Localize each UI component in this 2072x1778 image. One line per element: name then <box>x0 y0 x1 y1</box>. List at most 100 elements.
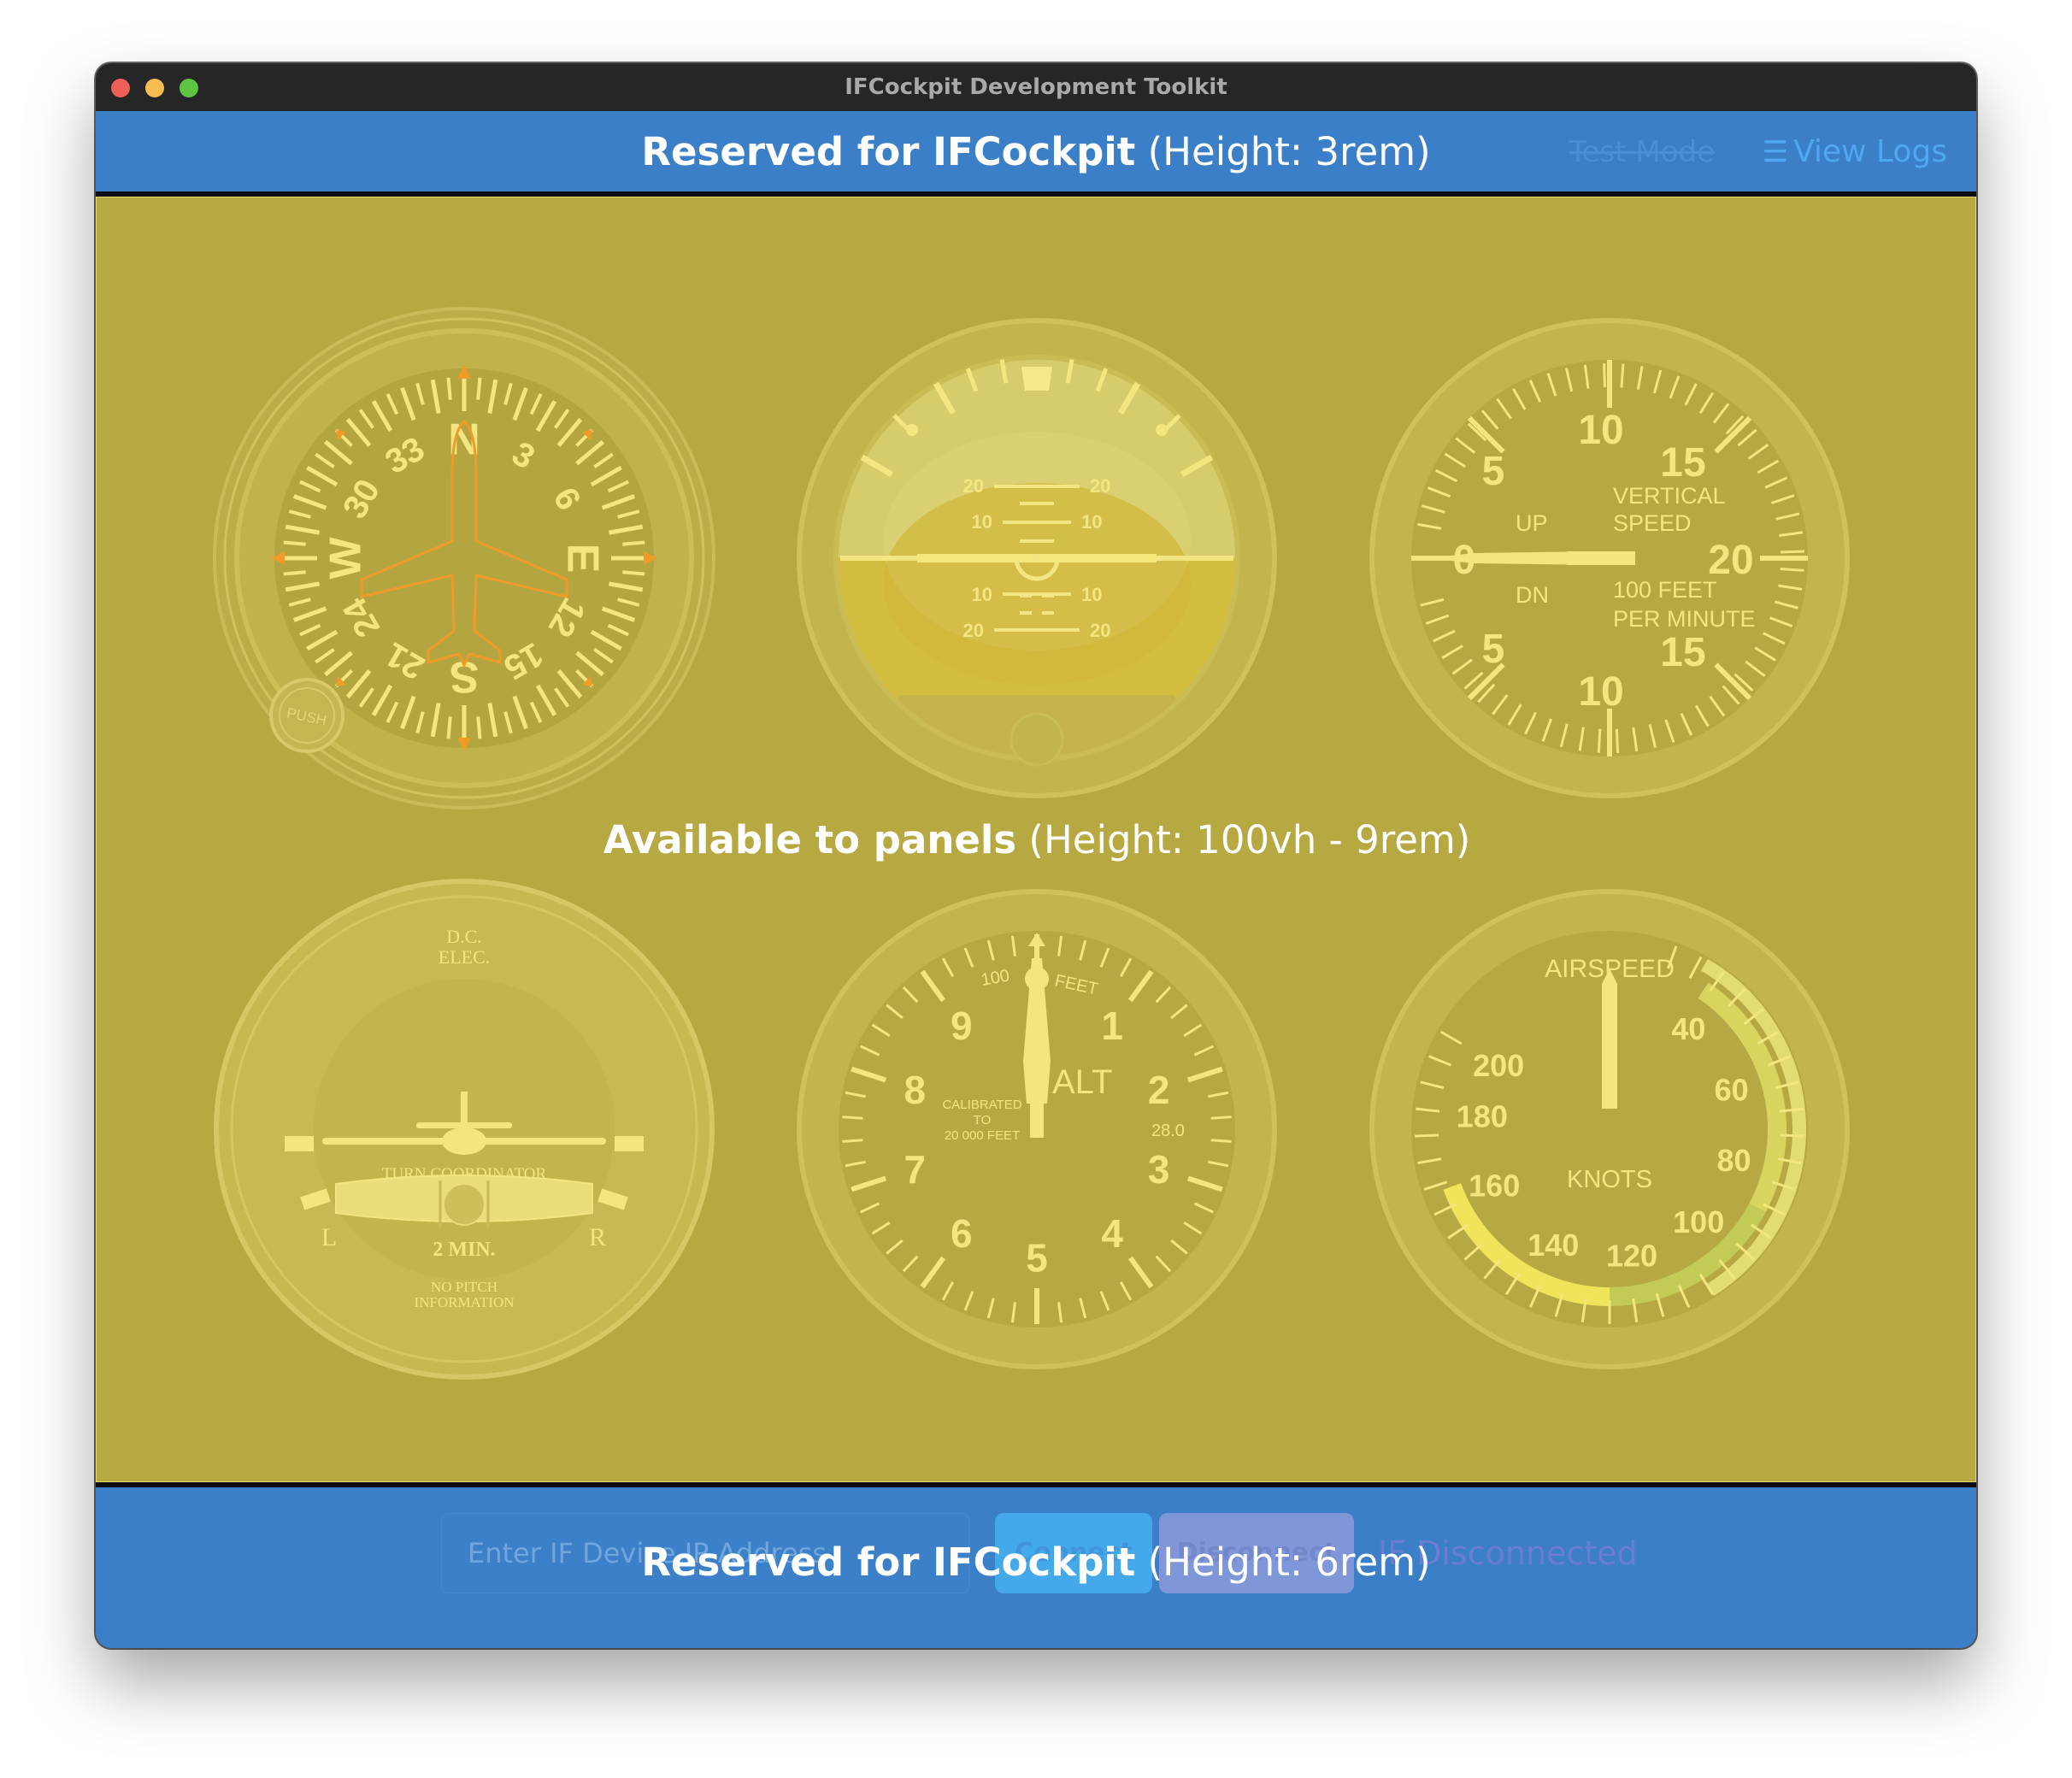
vsi-tick <box>1620 363 1625 388</box>
attitude-indicator: 20 20 10 10 10 10 20 20 <box>797 318 1277 798</box>
tc-bottom-line1: NO PITCH <box>431 1279 497 1295</box>
heading-cardinal-e: E <box>557 544 607 574</box>
top-reserved-note: (Height: 3rem) <box>1147 129 1431 174</box>
airspeed-number-160: 160 <box>1469 1169 1520 1204</box>
view-logs-button[interactable]: ☰ View Logs <box>1763 128 1947 176</box>
vsi-up-label: UP <box>1516 510 1548 536</box>
altimeter-number-1: 1 <box>1101 1004 1123 1048</box>
tc-right-label: R <box>589 1223 606 1251</box>
airspeed-number-180: 180 <box>1457 1098 1508 1133</box>
airspeed-tick <box>1415 1133 1439 1138</box>
altimeter-number-9: 9 <box>951 1004 973 1048</box>
top-reserved-bold: Reserved for IFCockpit <box>641 129 1136 174</box>
vsi-label-10-dn: 10 <box>1578 669 1623 715</box>
vsi-unit-line2: PER MINUTE <box>1613 606 1756 632</box>
vsi-label-15-dn: 15 <box>1660 630 1705 675</box>
altimeter-number-2: 2 <box>1148 1068 1170 1112</box>
airspeed-indicator: 406080100120140160180200 AIRSPEED KNOTS <box>1369 889 1850 1369</box>
altimeter-tick <box>1210 1116 1232 1120</box>
vsi-label-10-up: 10 <box>1578 408 1623 453</box>
heading-tick <box>283 570 306 576</box>
available-note: (Height: 100vh - 9rem) <box>1028 817 1471 863</box>
vsi-label-15-up: 15 <box>1660 440 1705 486</box>
altimeter-tick <box>842 1116 863 1120</box>
pitch-label-up-20-right: 20 <box>1090 475 1110 497</box>
title-bar: IFCockpit Development Toolkit <box>96 63 1976 111</box>
vsi-tick <box>1597 728 1602 753</box>
pitch-label-down-10-left: 10 <box>972 584 992 605</box>
push-knob[interactable]: PUSH <box>269 678 344 753</box>
available-bold: Available to panels <box>603 817 1017 863</box>
bottom-reserved-bar: Enter IF Device IP Address Connect Disco… <box>96 1487 1976 1648</box>
airspeed-number-100: 100 <box>1673 1204 1724 1239</box>
bottom-reserved-bold: Reserved for IFCockpit <box>641 1540 1136 1585</box>
bottom-reserved-note: (Height: 6rem) <box>1147 1540 1431 1585</box>
vsi-title-line1: VERTICAL <box>1613 483 1726 509</box>
vertical-speed-indicator: 0 5 10 15 20 15 10 5 UP DN VERTICAL SPEE… <box>1369 318 1850 798</box>
view-logs-label: View Logs <box>1793 134 1947 169</box>
altimeter-number-3: 3 <box>1148 1147 1170 1192</box>
airspeed-number-40: 40 <box>1671 1011 1705 1046</box>
heading-tick <box>283 540 306 546</box>
airspeed-number-60: 60 <box>1715 1073 1749 1108</box>
available-panels-label: Available to panels (Height: 100vh - 9re… <box>97 815 1976 866</box>
heading-tick <box>476 716 482 739</box>
airspeed-number-120: 120 <box>1606 1239 1657 1274</box>
airspeed-needle <box>1602 968 1617 1109</box>
window-title: IFCockpit Development Toolkit <box>845 74 1227 100</box>
bottom-reserved-label: Reserved for IFCockpit (Height: 6rem) <box>96 1537 1976 1588</box>
heading-cardinal-s: S <box>450 651 480 701</box>
vsi-tick <box>1780 568 1804 572</box>
airspeed-units: KNOTS <box>1567 1166 1652 1193</box>
altimeter-number-7: 7 <box>904 1147 927 1192</box>
pitch-label-down-20-right: 20 <box>1090 620 1110 641</box>
pitch-label-up-20-left: 20 <box>963 475 984 497</box>
tc-bottom-line2: INFORMATION <box>414 1294 514 1310</box>
altimeter-tick <box>1210 1139 1232 1143</box>
list-icon: ☰ <box>1762 135 1789 169</box>
altimeter-baro-window: 28.0 <box>1151 1122 1185 1140</box>
heading-tick <box>476 377 482 400</box>
airspeed-tick <box>1780 1133 1804 1138</box>
test-mode-toggle[interactable]: Test Mode <box>1569 128 1715 176</box>
panel-area: N E S W 3 6 12 15 21 24 30 33 PUSH 20 20… <box>96 197 1976 1482</box>
altimeter-number-5: 5 <box>1026 1236 1048 1281</box>
altimeter-cal-line2: TO <box>974 1113 992 1127</box>
tc-top-line2: ELEC. <box>439 946 491 968</box>
vsi-title-line2: SPEED <box>1613 510 1692 536</box>
pitch-label-down-10-right: 10 <box>1081 584 1102 605</box>
pitch-label-down-20-left: 20 <box>963 620 984 641</box>
top-reserved-bar: Reserved for IFCockpit (Height: 3rem) Te… <box>96 111 1976 191</box>
tc-top-line1: D.C. <box>446 926 482 947</box>
vsi-unit-line1: 100 FEET <box>1613 577 1717 603</box>
altimeter-cal-line3: 20 000 FEET <box>945 1128 1020 1143</box>
pitch-label-up-10-right: 10 <box>1081 511 1102 533</box>
vsi-tick <box>1615 728 1620 753</box>
pitch-label-up-10-left: 10 <box>972 511 992 533</box>
heading-indicator: NESW36121521243033 PUSH <box>213 307 715 810</box>
heading-tick <box>446 716 452 739</box>
turn-coordinator: D.C. ELEC. TURN COORDINATOR L R 2 MIN. N… <box>214 879 715 1380</box>
vsi-dn-label: DN <box>1516 582 1549 608</box>
tc-min-label: 2 MIN. <box>433 1239 495 1261</box>
airspeed-number-200: 200 <box>1473 1048 1524 1083</box>
airspeed-number-80: 80 <box>1717 1143 1751 1178</box>
vsi-label-5-dn: 5 <box>1482 627 1505 672</box>
heading-cardinal-w: W <box>321 537 371 580</box>
tc-left-label: L <box>321 1223 337 1251</box>
heading-tick <box>622 540 645 546</box>
altimeter-number-8: 8 <box>904 1068 927 1112</box>
altimeter-label: ALT <box>1052 1063 1112 1101</box>
attitude-knob[interactable] <box>1010 712 1064 767</box>
vsi-tick <box>1603 363 1606 388</box>
heading-tick <box>446 377 452 400</box>
altimeter-number-6: 6 <box>951 1211 973 1256</box>
heading-tick <box>622 570 645 576</box>
airspeed-number-140: 140 <box>1528 1228 1579 1263</box>
altimeter-cal-line1: CALIBRATED <box>942 1098 1021 1112</box>
app-window: IFCockpit Development Toolkit Reserved f… <box>96 63 1976 1648</box>
altimeter-tick <box>842 1139 863 1143</box>
altimeter: 123456789 ALT 100 FEET CALIBRATED TO 20 … <box>797 889 1277 1369</box>
vsi-label-5-up: 5 <box>1482 449 1505 494</box>
altimeter-number-4: 4 <box>1101 1211 1123 1256</box>
